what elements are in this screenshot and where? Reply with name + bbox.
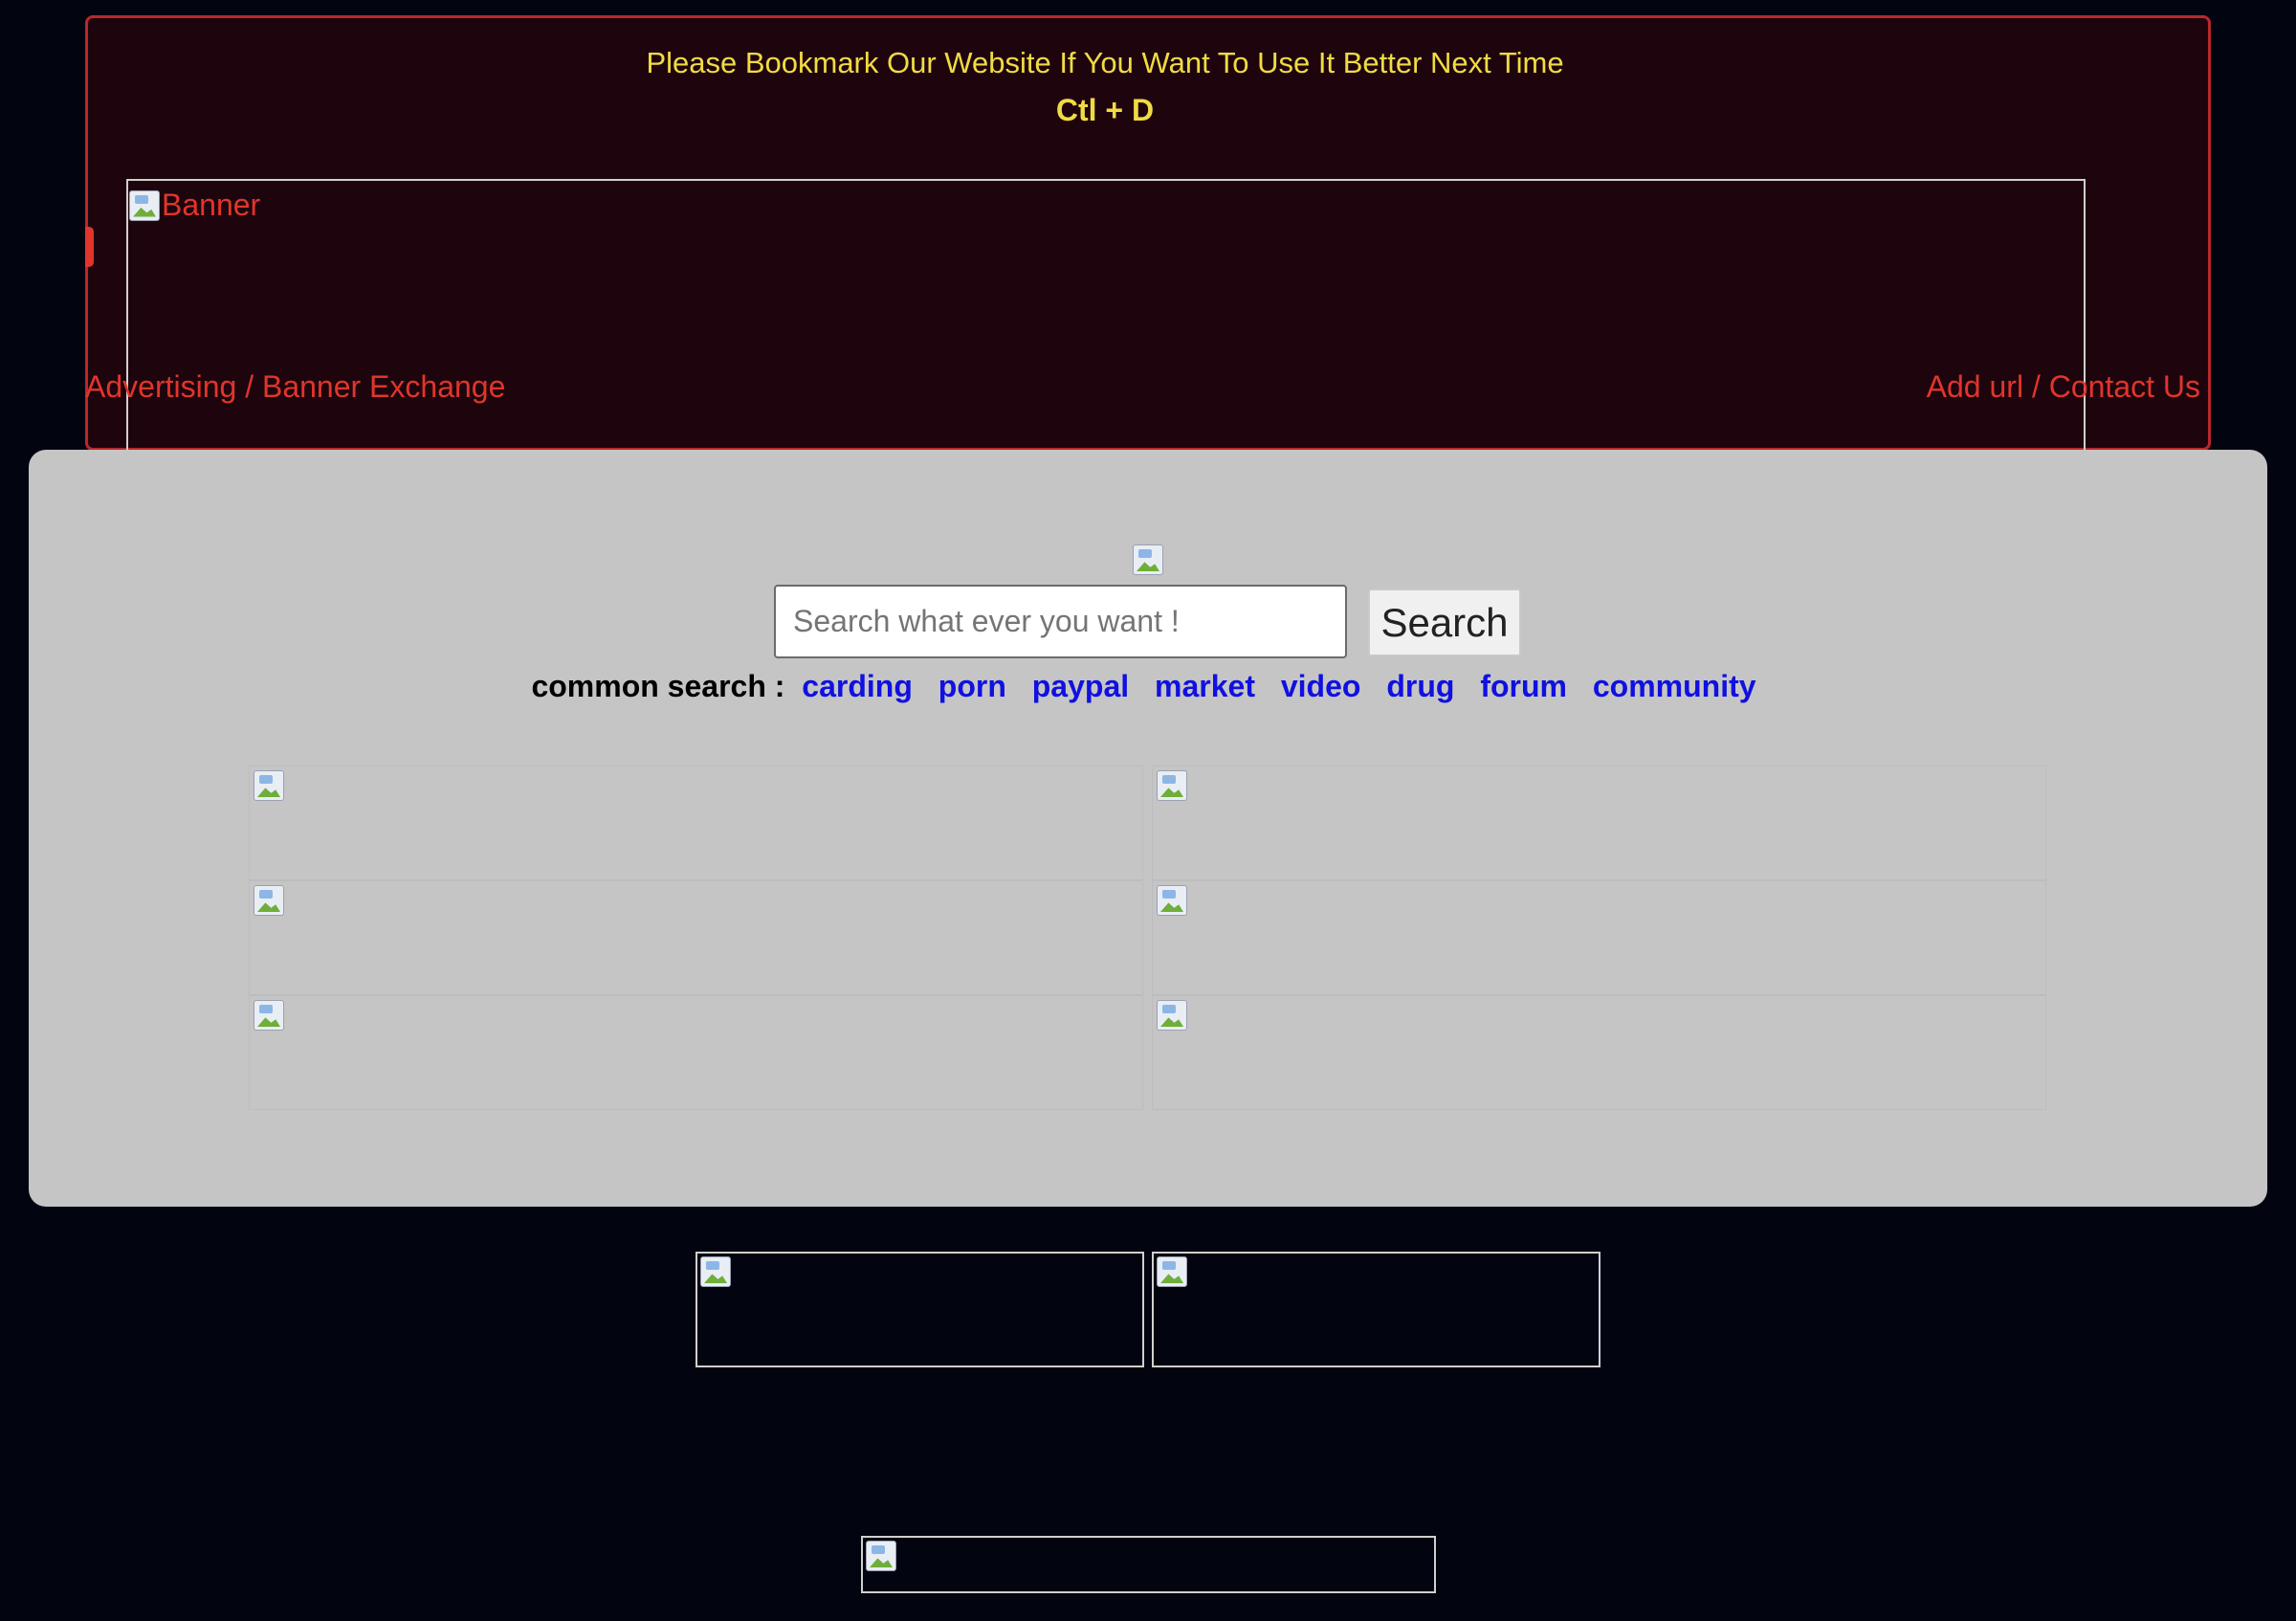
bottom-banner[interactable] xyxy=(1152,1252,1601,1367)
ad-banner[interactable] xyxy=(249,880,1143,995)
advertising-link[interactable]: Advertising / Banner Exchange xyxy=(85,369,505,405)
top-banner-image[interactable]: Banner xyxy=(129,188,260,223)
common-search-link-porn[interactable]: porn xyxy=(938,669,1006,703)
broken-image-icon xyxy=(254,1000,284,1031)
common-search-link-drug[interactable]: drug xyxy=(1386,669,1454,703)
broken-image-icon xyxy=(1157,770,1187,801)
top-banner-frame[interactable] xyxy=(126,179,2086,466)
common-search-link-carding[interactable]: carding xyxy=(802,669,913,703)
side-tab[interactable] xyxy=(85,227,94,267)
search-button[interactable]: Search xyxy=(1368,588,1521,656)
bottom-banner[interactable] xyxy=(695,1252,1144,1367)
common-search-link-community[interactable]: community xyxy=(1593,669,1756,703)
broken-image-icon xyxy=(129,189,160,221)
common-search-link-video[interactable]: video xyxy=(1281,669,1361,703)
broken-image-icon xyxy=(1157,1000,1187,1031)
footer-banner[interactable] xyxy=(861,1536,1436,1593)
common-search-link-paypal[interactable]: paypal xyxy=(1032,669,1129,703)
broken-image-icon xyxy=(866,1541,896,1571)
common-search-row: common search : carding porn paypal mark… xyxy=(0,669,2296,704)
contact-link[interactable]: Add url / Contact Us xyxy=(1927,369,2200,405)
banner-alt-text: Banner xyxy=(162,188,261,222)
ad-banner[interactable] xyxy=(249,995,1143,1110)
ad-banner[interactable] xyxy=(1152,766,2046,880)
common-search-link-market[interactable]: market xyxy=(1155,669,1255,703)
broken-image-icon xyxy=(1157,1256,1187,1287)
bottom-banner-row xyxy=(695,1252,1601,1367)
common-search-link-forum[interactable]: forum xyxy=(1480,669,1567,703)
logo-broken-image-icon xyxy=(1133,544,1163,575)
broken-image-icon xyxy=(254,885,284,916)
broken-image-icon xyxy=(1157,885,1187,916)
common-search-label: common search : xyxy=(531,669,785,703)
ad-banner[interactable] xyxy=(249,766,1143,880)
search-input[interactable] xyxy=(774,585,1347,658)
ad-banner[interactable] xyxy=(1152,995,2046,1110)
ad-banner-grid xyxy=(249,766,2047,1110)
bookmark-shortcut: Ctl + D xyxy=(1055,93,1155,127)
broken-image-icon xyxy=(254,770,284,801)
ad-banner[interactable] xyxy=(1152,880,2046,995)
broken-image-icon xyxy=(700,1256,731,1287)
bookmark-notice: Please Bookmark Our Website If You Want … xyxy=(646,46,1564,79)
